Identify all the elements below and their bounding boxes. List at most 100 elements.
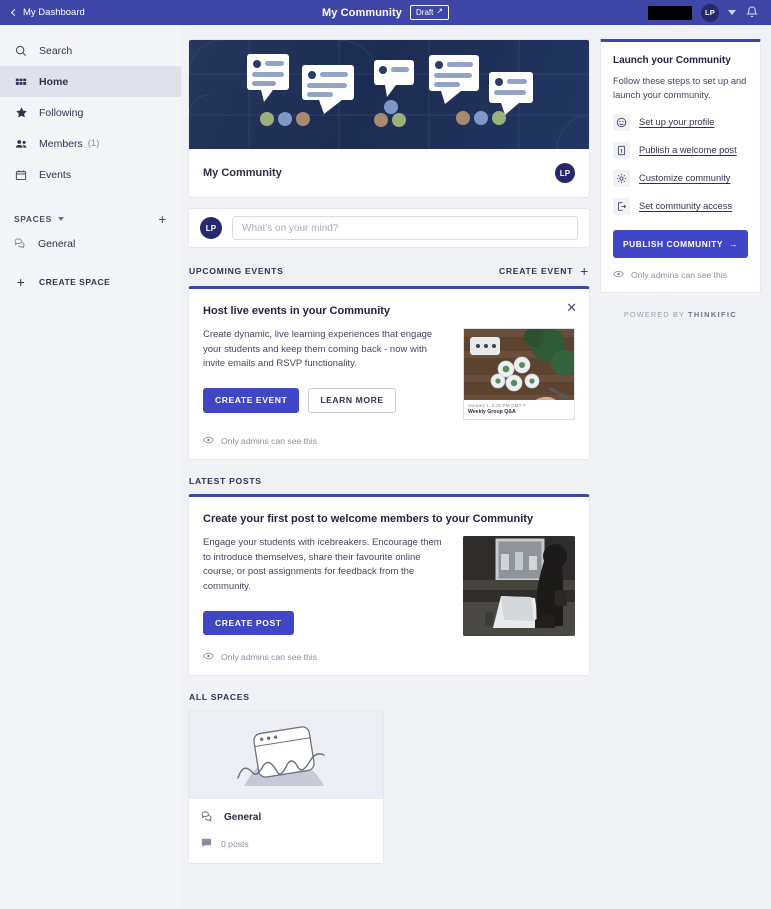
create-event-button[interactable]: CREATE EVENT (203, 388, 300, 413)
latest-posts-header: LATEST POSTS (188, 476, 590, 486)
step-label: Set up your profile (639, 117, 715, 128)
sidebar-item-members[interactable]: Members (1) (0, 128, 181, 159)
post-composer: LP (188, 208, 590, 248)
event-promo-body: Create dynamic, live learning experience… (203, 328, 575, 420)
grid-icon (14, 76, 28, 88)
sidebar-item-label: Home (39, 75, 69, 88)
top-bar-right: LP (648, 3, 771, 22)
powered-by-footer: POWERED BY THINKIFIC (600, 310, 761, 319)
plus-icon: + (580, 263, 589, 279)
event-thumbnail-title: Weekly Group Q&A (468, 409, 516, 415)
star-icon (14, 106, 28, 119)
smiley-icon (613, 113, 630, 131)
banner-illustration (189, 40, 589, 149)
people-icon (14, 138, 28, 150)
create-event-action[interactable]: CREATE EVENT + (499, 264, 589, 278)
avatar[interactable]: LP (555, 163, 575, 183)
publish-community-button[interactable]: PUBLISH COMMUNITY → (613, 229, 748, 258)
back-to-dashboard-link[interactable]: My Dashboard (0, 7, 85, 18)
top-bar: My Dashboard My Community Draft ↗ LP (0, 0, 771, 25)
sidebar-item-label: Following (39, 106, 84, 119)
step-label: Set community access (639, 201, 733, 212)
event-promo-text: Create dynamic, live learning experience… (203, 328, 449, 420)
chat-bubbles-icon (14, 237, 28, 252)
exit-arrow-icon (613, 197, 630, 215)
create-space-button[interactable]: + CREATE SPACE (0, 268, 181, 296)
right-rail: Launch your Community Follow these steps… (600, 39, 761, 909)
post-thumbnail-image (463, 536, 575, 636)
sidebar-item-label: Search (39, 44, 73, 57)
post-promo-actions: CREATE POST (203, 610, 449, 636)
step-label: Customize community (639, 173, 731, 184)
sidebar-item-events[interactable]: Events (0, 159, 181, 190)
event-promo-card: ✕ Host live events in your Community Cre… (188, 286, 590, 460)
notification-bell-icon[interactable] (745, 5, 759, 20)
visibility-note-label: Only admins can see this (221, 652, 318, 662)
avatar: LP (200, 217, 222, 239)
eye-icon (203, 652, 214, 662)
feed-column: My Community LP LP UPCOMING EVENTS CREAT… (188, 39, 590, 909)
add-space-icon[interactable]: + (158, 212, 167, 226)
space-thumbnail (189, 711, 383, 799)
draft-status-badge[interactable]: Draft ↗ (410, 5, 450, 20)
launch-community-panel: Launch your Community Follow these steps… (600, 39, 761, 293)
community-hero-footer: My Community LP (189, 149, 589, 197)
step-set-community-access[interactable]: Set community access (613, 197, 748, 215)
event-promo-title: Host live events in your Community (203, 305, 391, 317)
chevron-down-icon[interactable] (728, 10, 736, 15)
sidebar-item-label: Members (39, 137, 83, 150)
external-link-icon: ↗ (436, 6, 444, 16)
event-thumbnail-date: January 1, 2:30 PM GMT-7 (468, 403, 526, 408)
close-icon[interactable]: ✕ (566, 301, 577, 314)
arrow-right-icon: → (729, 238, 738, 249)
eye-icon (203, 436, 214, 446)
space-card-post-count: 0 posts (221, 839, 249, 849)
chevron-down-icon[interactable] (57, 217, 64, 221)
sidebar: Search Home Following Members (1) Events… (0, 25, 182, 909)
space-label: General (38, 238, 76, 250)
plus-icon: + (16, 274, 26, 290)
chat-bubbles-icon (201, 810, 215, 825)
community-name: My Community (203, 167, 282, 179)
spaces-header-label: SPACES (14, 214, 52, 224)
sidebar-item-search[interactable]: Search (0, 35, 181, 66)
launch-panel-subtitle: Follow these steps to set up and launch … (613, 76, 747, 100)
step-publish-a-welcome-post[interactable]: Publish a welcome post (613, 141, 748, 159)
sidebar-item-home[interactable]: Home (0, 66, 181, 97)
chevron-left-icon (10, 8, 19, 17)
space-card-info: General 0 posts (189, 799, 383, 863)
members-count: (1) (87, 138, 100, 149)
visibility-note-label: Only admins can see this (631, 269, 728, 280)
event-thumbnail-caption: January 1, 2:30 PM GMT-7 Weekly Group Q&… (464, 400, 574, 419)
powered-by-prefix: POWERED BY (623, 309, 685, 319)
section-title: ALL SPACES (189, 692, 250, 702)
sidebar-item-label: Events (39, 168, 72, 181)
step-label: Publish a welcome post (639, 145, 737, 156)
space-card-post-count-row: 0 posts (201, 838, 371, 850)
app-shell: Search Home Following Members (1) Events… (0, 25, 771, 909)
spaces-section-header: SPACES + (0, 208, 181, 230)
event-promo-visibility-note: Only admins can see this (203, 420, 575, 459)
post-composer-input[interactable] (232, 216, 578, 240)
upcoming-events-header: UPCOMING EVENTS CREATE EVENT + (188, 264, 590, 278)
post-promo-description: Engage your students with icebreakers. E… (203, 537, 442, 593)
learn-more-button[interactable]: LEARN MORE (308, 388, 396, 413)
space-card-name: General (224, 812, 262, 823)
gear-icon (613, 169, 630, 187)
sidebar-space-general[interactable]: General (0, 230, 181, 258)
all-spaces-grid: General 0 posts (188, 710, 590, 864)
all-spaces-header: ALL SPACES (188, 692, 590, 702)
create-post-button[interactable]: CREATE POST (203, 610, 294, 636)
post-promo-title: Create your first post to welcome member… (203, 513, 534, 525)
space-card[interactable]: General 0 posts (188, 710, 384, 864)
avatar[interactable]: LP (701, 3, 719, 22)
event-thumbnail: January 1, 2:30 PM GMT-7 Weekly Group Q&… (463, 328, 575, 420)
redacted-account-name (648, 5, 692, 20)
section-title: UPCOMING EVENTS (189, 266, 284, 276)
sidebar-item-following[interactable]: Following (0, 97, 181, 128)
launch-panel-visibility-note: Only admins can see this (613, 258, 748, 280)
calendar-icon (14, 169, 28, 181)
step-customize-community[interactable]: Customize community (613, 169, 748, 187)
publish-community-label: PUBLISH COMMUNITY (622, 238, 724, 249)
step-set-up-your-profile[interactable]: Set up your profile (613, 113, 748, 131)
